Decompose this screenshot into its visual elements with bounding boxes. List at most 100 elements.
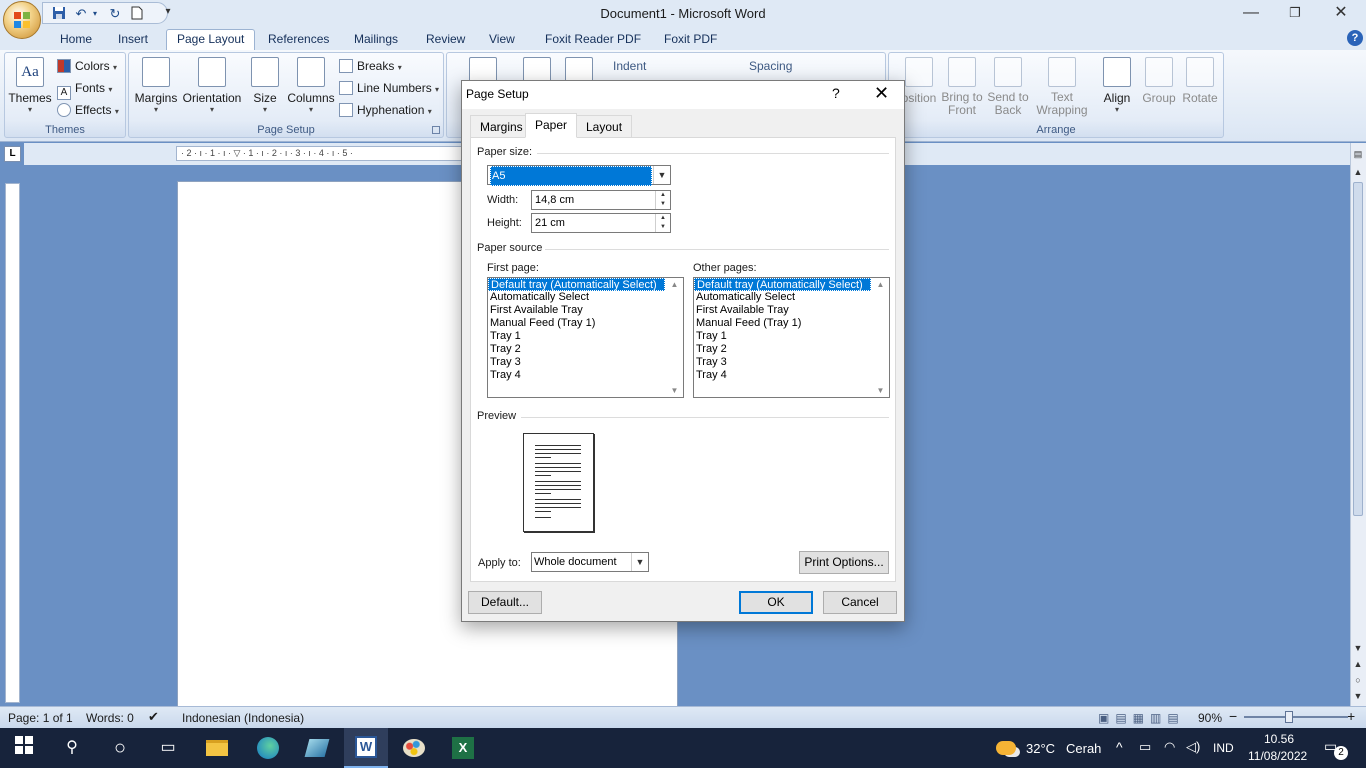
- list-item[interactable]: Tray 1: [488, 330, 683, 343]
- list-item[interactable]: Default tray (Automatically Select): [488, 278, 665, 291]
- tab-foxit-pdf[interactable]: Foxit PDF: [654, 29, 727, 50]
- scroll-up-icon[interactable]: ▲: [872, 280, 889, 289]
- cortana-icon[interactable]: ○: [108, 736, 132, 760]
- hyphenation-button[interactable]: Hyphenation ▾: [339, 100, 432, 120]
- file-explorer-icon[interactable]: [206, 736, 230, 760]
- volume-icon[interactable]: ◁): [1186, 739, 1200, 755]
- send-to-back-button[interactable]: Send to Back: [985, 57, 1031, 117]
- weather-temperature[interactable]: 32°C: [1026, 741, 1055, 756]
- themes-button[interactable]: Aa Themes ▾: [8, 57, 52, 114]
- view-buttons-icon[interactable]: ▣▤▦▥▤: [1098, 711, 1185, 725]
- ruler-toggle-icon[interactable]: ▤: [1352, 148, 1364, 160]
- excel-icon[interactable]: X: [451, 736, 475, 760]
- clock-time[interactable]: 10.56: [1264, 732, 1294, 746]
- tab-mailings[interactable]: Mailings: [344, 29, 408, 50]
- zoom-in-icon[interactable]: +: [1347, 708, 1355, 724]
- tab-page-layout[interactable]: Page Layout: [166, 29, 256, 50]
- proofing-icon[interactable]: ✔: [148, 709, 159, 725]
- list-item[interactable]: Default tray (Automatically Select): [694, 278, 871, 291]
- orientation-button[interactable]: Orientation ▾: [179, 57, 245, 114]
- height-spinner[interactable]: ▲ ▼: [655, 214, 670, 232]
- list-item[interactable]: First Available Tray: [694, 304, 889, 317]
- size-button[interactable]: Size ▾: [247, 57, 283, 114]
- tab-layout[interactable]: Layout: [576, 115, 633, 137]
- vertical-ruler[interactable]: [5, 183, 20, 703]
- spin-down-icon[interactable]: ▼: [656, 223, 670, 232]
- close-button[interactable]: ✕: [1318, 0, 1364, 27]
- paint-icon[interactable]: [402, 736, 426, 760]
- next-page-icon[interactable]: ▼: [1352, 690, 1364, 702]
- first-page-tray-list[interactable]: Default tray (Automatically Select) Auto…: [487, 277, 684, 398]
- horizontal-ruler[interactable]: · 2 · ı · 1 · ı · ▽ · 1 · ı · 2 · ı · 3 …: [176, 146, 466, 161]
- word-count[interactable]: Words: 0: [86, 711, 134, 725]
- scroll-down-icon[interactable]: ▼: [666, 386, 683, 395]
- weather-icon[interactable]: [994, 736, 1018, 760]
- width-input[interactable]: 14,8 cm ▲ ▼: [531, 190, 671, 210]
- office-button[interactable]: [3, 1, 41, 39]
- dialog-close-button[interactable]: ✕: [874, 83, 889, 104]
- text-wrapping-button[interactable]: Text Wrapping: [1031, 57, 1093, 117]
- help-icon[interactable]: ?: [1347, 30, 1363, 46]
- input-language[interactable]: IND: [1213, 741, 1234, 755]
- margins-button[interactable]: Margins ▾: [133, 57, 179, 114]
- clock-date[interactable]: 11/08/2022: [1248, 749, 1307, 763]
- list-item[interactable]: Tray 1: [694, 330, 889, 343]
- fonts-button[interactable]: A Fonts ▾: [57, 78, 112, 100]
- tab-foxit-reader-pdf[interactable]: Foxit Reader PDF: [535, 29, 651, 50]
- list-scrollbar[interactable]: ▲ ▼: [666, 278, 683, 397]
- paper-size-select[interactable]: A5 ▼: [487, 165, 671, 186]
- list-item[interactable]: Tray 3: [488, 356, 683, 369]
- page-setup-launcher-icon[interactable]: [432, 126, 440, 134]
- cancel-button[interactable]: Cancel: [823, 591, 897, 614]
- columns-button[interactable]: Columns ▾: [285, 57, 337, 114]
- position-button[interactable]: osition: [899, 57, 939, 105]
- previous-page-icon[interactable]: ▲: [1352, 658, 1364, 670]
- list-item[interactable]: Tray 3: [694, 356, 889, 369]
- align-button[interactable]: Align ▾: [1097, 57, 1137, 114]
- zoom-slider-thumb[interactable]: [1285, 711, 1293, 723]
- page-count[interactable]: Page: 1 of 1: [8, 711, 73, 725]
- apply-to-select[interactable]: Whole document ▼: [531, 552, 649, 572]
- scroll-up-icon[interactable]: ▲: [1352, 166, 1364, 178]
- list-item[interactable]: Tray 4: [488, 369, 683, 382]
- select-browse-object-icon[interactable]: ○: [1352, 674, 1364, 686]
- language[interactable]: Indonesian (Indonesia): [182, 711, 304, 725]
- list-item[interactable]: Automatically Select: [694, 291, 889, 304]
- chevron-up-icon[interactable]: ^: [1116, 739, 1123, 755]
- app-icon[interactable]: [304, 736, 330, 760]
- line-numbers-button[interactable]: Line Numbers ▾: [339, 78, 439, 98]
- tab-home[interactable]: Home: [50, 29, 102, 50]
- list-item[interactable]: Tray 4: [694, 369, 889, 382]
- zoom-out-icon[interactable]: −: [1229, 708, 1237, 724]
- spin-up-icon[interactable]: ▲: [656, 214, 670, 223]
- spin-up-icon[interactable]: ▲: [656, 191, 670, 200]
- minimize-button[interactable]: —: [1228, 0, 1274, 27]
- battery-icon[interactable]: ▭: [1139, 739, 1151, 755]
- search-icon[interactable]: ⚲: [60, 736, 84, 760]
- word-taskbar-icon[interactable]: W: [344, 728, 388, 768]
- edge-icon[interactable]: [256, 736, 280, 760]
- tab-paper[interactable]: Paper: [525, 113, 578, 138]
- dialog-help-button[interactable]: ?: [832, 85, 840, 101]
- tab-references[interactable]: References: [258, 29, 339, 50]
- breaks-button[interactable]: Breaks ▾: [339, 56, 402, 76]
- list-item[interactable]: Tray 2: [694, 343, 889, 356]
- other-pages-tray-list[interactable]: Default tray (Automatically Select) Auto…: [693, 277, 890, 398]
- weather-text[interactable]: Cerah: [1066, 741, 1101, 756]
- tab-view[interactable]: View: [479, 29, 525, 50]
- tab-selector-button[interactable]: L: [4, 146, 21, 162]
- tab-margins[interactable]: Margins: [470, 115, 533, 137]
- scroll-down-icon[interactable]: ▼: [872, 386, 889, 395]
- list-item[interactable]: Manual Feed (Tray 1): [488, 317, 683, 330]
- list-item[interactable]: Tray 2: [488, 343, 683, 356]
- zoom-level[interactable]: 90%: [1198, 711, 1222, 725]
- scrollbar-thumb[interactable]: [1353, 182, 1363, 516]
- bring-to-front-button[interactable]: Bring to Front: [939, 57, 985, 117]
- group-button[interactable]: Group: [1139, 57, 1179, 105]
- tab-review[interactable]: Review: [416, 29, 475, 50]
- wifi-icon[interactable]: ◠: [1164, 739, 1175, 755]
- default-button[interactable]: Default...: [468, 591, 542, 614]
- list-scrollbar[interactable]: ▲ ▼: [872, 278, 889, 397]
- windows-start-icon[interactable]: [12, 736, 36, 760]
- zoom-slider[interactable]: [1244, 716, 1348, 718]
